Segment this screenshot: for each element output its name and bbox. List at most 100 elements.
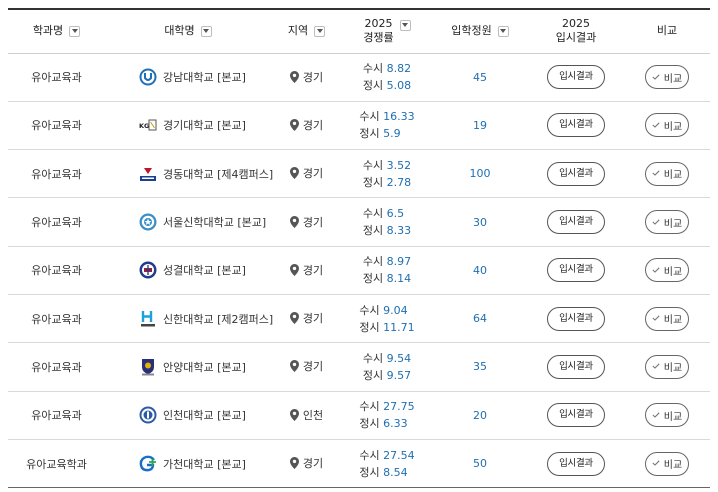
check-icon [652,217,660,228]
compare-button[interactable]: 비교 [645,354,689,379]
univ-name[interactable]: 가천대학교 [본교] [163,456,246,472]
univ-cell: 안양대학교 [본교] [105,343,271,391]
univ-name[interactable]: 성결대학교 [본교] [163,262,246,278]
check-icon [652,265,660,276]
admission-table-container: 학과명 대학명 지역 2025 경쟁률 입학정원 2025 입시결과 비교 유아… [8,8,710,488]
compare-cell: 비교 [624,198,710,246]
check-icon [652,410,660,421]
admission-result-button[interactable]: 입시결과 [547,258,605,283]
region-name: 경기 [302,263,324,277]
admission-result-button[interactable]: 입시결과 [547,113,605,138]
header-quota: 입학정원 [432,9,528,53]
compare-button[interactable]: 비교 [645,451,689,476]
rate-cell: 수시 8.97 정시 8.14 [342,246,432,294]
result-cell: 입시결과 [528,294,624,342]
check-icon [652,120,660,131]
compare-label: 비교 [663,266,683,278]
compare-button[interactable]: 비교 [645,306,689,331]
result-cell: 입시결과 [528,343,624,391]
table-row: 유아교육과 성결대학교 [본교] 경기 수시 8.97 정시 8.14 40 입… [8,246,710,295]
univ-name[interactable]: 안양대학교 [본교] [163,359,246,375]
header-result: 2025 입시결과 [555,17,597,45]
jeongsi-label: 정시 [359,465,380,479]
admission-result-button[interactable]: 입시결과 [547,161,605,186]
susi-rate: 3.52 [386,158,412,172]
result-cell: 입시결과 [528,198,624,246]
svg-text:KG: KG [139,122,149,130]
compare-button[interactable]: 비교 [645,210,689,235]
admission-result-button[interactable]: 입시결과 [547,403,605,428]
table-row: 유아교육학과 가천대학교 [본교] 경기 수시 27.54 정시 8.54 50… [8,439,710,488]
quota-value: 64 [473,312,487,326]
univ-name[interactable]: 강남대학교 [본교] [163,69,246,85]
table-row: 유아교육과 서울신학대학교 [본교] 경기 수시 6.5 정시 8.33 30 … [8,198,710,247]
admission-result-button[interactable]: 입시결과 [547,65,605,90]
dept-name: 유아교육과 [31,312,82,326]
sort-dropdown-icon[interactable] [69,25,81,37]
compare-label: 비교 [663,121,683,133]
quota-cell: 100 [432,150,528,198]
sort-dropdown-icon[interactable] [497,25,509,37]
region-cell: 경기 [271,150,342,198]
univ-name[interactable]: 서울신학대학교 [본교] [163,214,266,230]
jeongsi-label: 정시 [362,272,384,286]
compare-button[interactable]: 비교 [645,65,689,90]
jeongsi-label: 정시 [359,417,380,431]
region-name: 경기 [302,167,324,181]
sungkyul-logo-icon [139,261,157,279]
univ-name[interactable]: 경기대학교 [본교] [163,117,246,133]
jeongsi-rate: 8.54 [383,465,408,479]
table-row: 유아교육과 경동대학교 [제4캠퍼스] 경기 수시 3.52 정시 2.78 1… [8,150,710,198]
dept-cell: 유아교육과 [8,53,105,101]
dept-name: 유아교육과 [31,409,82,423]
sort-dropdown-icon[interactable] [314,25,326,37]
result-cell: 입시결과 [528,391,624,439]
compare-cell: 비교 [624,150,710,198]
sort-dropdown-icon[interactable] [200,25,212,37]
compare-button[interactable]: 비교 [645,161,689,186]
table-row: 유아교육과 인천대학교 [본교] 인천 수시 27.75 정시 6.33 20 … [8,391,710,440]
univ-name[interactable]: 인천대학교 [본교] [163,407,246,423]
dept-name: 유아교육과 [31,264,82,278]
dept-name: 유아교육과 [31,216,82,230]
location-pin-icon [289,263,299,276]
admission-result-button[interactable]: 입시결과 [547,306,605,331]
compare-label: 비교 [663,411,683,423]
header-region: 지역 [271,9,342,53]
compare-button[interactable]: 비교 [645,258,689,283]
jeongsi-label: 정시 [362,224,384,238]
univ-name[interactable]: 신한대학교 [제2캠퍼스] [163,311,273,327]
univ-cell: 인천대학교 [본교] [105,391,271,439]
shinhan-logo-icon [139,310,157,328]
compare-button[interactable]: 비교 [645,403,689,428]
dept-name: 유아교육과 [31,360,82,374]
region-name: 경기 [302,312,324,326]
compare-label: 비교 [663,315,683,327]
susi-label: 수시 [359,400,380,414]
jeongsi-rate: 9.57 [386,368,412,382]
quota-cell: 35 [432,343,528,391]
admission-result-button[interactable]: 입시결과 [547,451,605,476]
susi-label: 수시 [359,303,380,317]
dept-cell: 유아교육과 [8,101,105,149]
region-name: 경기 [302,70,324,84]
table-header-row: 학과명 대학명 지역 2025 경쟁률 입학정원 2025 입시결과 비교 [8,9,710,53]
region-cell: 인천 [271,391,342,439]
location-pin-icon [289,457,299,470]
region-cell: 경기 [271,101,342,149]
univ-cell: 강남대학교 [본교] [105,53,271,101]
admission-table: 학과명 대학명 지역 2025 경쟁률 입학정원 2025 입시결과 비교 유아… [8,8,710,488]
compare-cell: 비교 [624,439,710,487]
sort-dropdown-icon[interactable] [399,19,411,31]
jeongsi-rate: 2.78 [386,175,412,189]
univ-cell: 성결대학교 [본교] [105,246,271,294]
region-cell: 경기 [271,439,342,487]
compare-button[interactable]: 비교 [645,113,689,138]
compare-cell: 비교 [624,294,710,342]
univ-name[interactable]: 경동대학교 [제4캠퍼스] [163,166,273,182]
admission-result-button[interactable]: 입시결과 [547,210,605,235]
admission-result-button[interactable]: 입시결과 [547,354,605,379]
kyungdong-logo-icon [139,165,157,183]
compare-cell: 비교 [624,391,710,439]
dept-name: 유아교육과 [31,119,82,133]
